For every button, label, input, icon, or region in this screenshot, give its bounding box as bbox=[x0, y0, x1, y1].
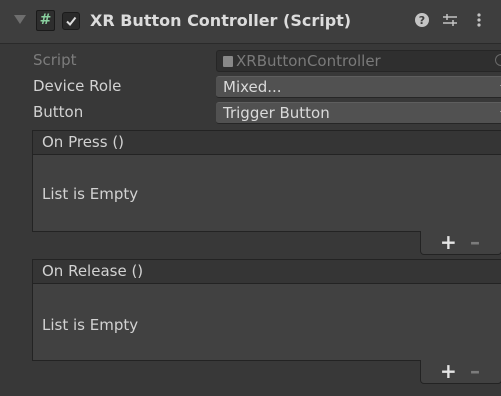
on-press-title: On Press () bbox=[42, 133, 125, 151]
object-picker-icon[interactable] bbox=[495, 54, 501, 66]
on-press-add-button[interactable]: + bbox=[440, 231, 457, 253]
on-release-title: On Release () bbox=[42, 262, 144, 280]
foldout-arrow-icon[interactable] bbox=[14, 15, 26, 24]
script-object-field[interactable]: XRButtonController bbox=[216, 50, 501, 72]
on-press-remove-button[interactable]: – bbox=[470, 231, 480, 253]
component-title: XR Button Controller (Script) bbox=[90, 11, 352, 30]
device-role-dropdown[interactable]: Mixed... bbox=[216, 76, 501, 98]
on-release-remove-button[interactable]: – bbox=[470, 360, 480, 382]
button-label: Button bbox=[33, 103, 84, 121]
on-press-event: On Press () List is Empty bbox=[32, 130, 501, 232]
script-value: XRButtonController bbox=[236, 52, 381, 70]
button-value: Trigger Button bbox=[223, 104, 330, 122]
device-role-value: Mixed... bbox=[223, 78, 282, 96]
presets-icon[interactable] bbox=[441, 11, 459, 29]
help-icon[interactable]: ? bbox=[413, 11, 431, 29]
on-release-event: On Release () List is Empty bbox=[32, 259, 501, 361]
on-release-add-button[interactable]: + bbox=[440, 360, 457, 382]
button-dropdown[interactable]: Trigger Button bbox=[216, 102, 501, 124]
on-press-empty-text: List is Empty bbox=[42, 185, 139, 203]
enabled-checkbox[interactable] bbox=[62, 12, 80, 30]
script-asset-icon bbox=[223, 56, 233, 67]
checkmark-icon bbox=[66, 16, 77, 27]
svg-text:?: ? bbox=[419, 14, 425, 27]
on-press-footer: + – bbox=[420, 231, 501, 255]
component-header: # XR Button Controller (Script) ? bbox=[0, 0, 501, 44]
on-press-header: On Press () bbox=[33, 131, 501, 155]
script-icon: # bbox=[36, 10, 55, 31]
device-role-label: Device Role bbox=[33, 77, 122, 95]
script-label: Script bbox=[33, 51, 77, 69]
kebab-menu-icon[interactable] bbox=[472, 11, 486, 29]
on-release-header: On Release () bbox=[33, 260, 501, 284]
on-release-footer: + – bbox=[420, 360, 501, 384]
on-release-empty-text: List is Empty bbox=[42, 316, 139, 334]
